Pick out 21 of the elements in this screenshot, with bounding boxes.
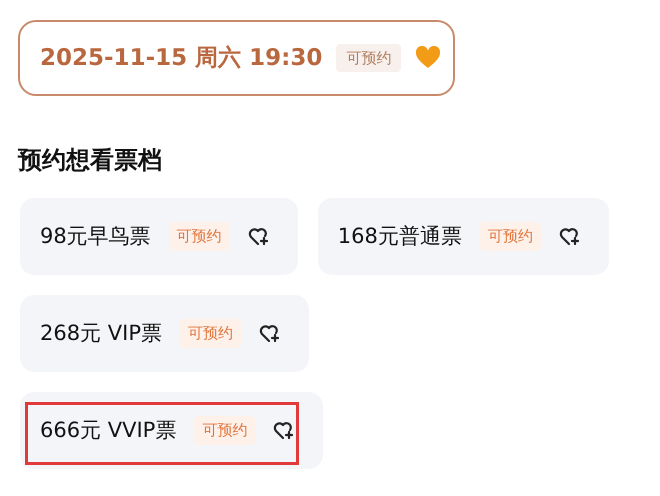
section-title: 预约想看票档 [18,145,163,176]
heart-plus-icon[interactable] [258,324,281,344]
ticket-name: 268元 VIP票 [40,320,162,347]
ticket-option[interactable]: 168元普通票 可预约 [318,198,609,275]
status-tag: 可预约 [480,222,541,251]
ticket-option[interactable]: 666元 VVIP票 可预约 [20,392,324,469]
session-date: 2025-11-15 周六 19:30 [40,44,322,73]
ticket-name: 98元早鸟票 [40,222,151,250]
ticket-name: 168元普通票 [338,222,462,250]
heart-plus-icon[interactable] [248,226,270,246]
status-tag: 可预约 [194,416,256,445]
heart-plus-icon[interactable] [273,420,296,440]
heart-icon [415,46,442,70]
ticket-name: 666元 VVIP票 [40,416,176,444]
heart-plus-icon[interactable] [558,226,581,246]
status-tag: 可预约 [180,319,241,348]
ticket-option[interactable]: 268元 VIP票 可预约 [20,295,309,372]
status-tag: 可预约 [336,44,402,72]
ticket-option[interactable]: 98元早鸟票 可预约 [20,198,298,275]
session-card[interactable]: 2025-11-15 周六 19:30 可预约 [18,20,455,96]
status-tag: 可预约 [168,222,230,251]
